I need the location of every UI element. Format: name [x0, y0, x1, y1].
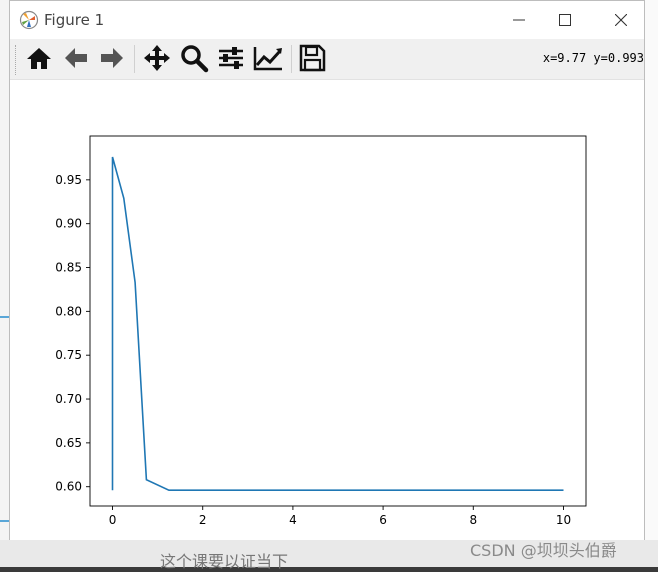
sliders-icon [219, 47, 243, 69]
back-button[interactable] [61, 43, 91, 73]
y-tick-label: 0.70 [55, 392, 82, 406]
figure-canvas[interactable]: 0 2 4 6 8 10 0.60 0.65 0.70 0.75 0.80 0.85 0.90 0.95 [10, 80, 644, 540]
y-tick-label: 0.95 [55, 173, 82, 187]
forward-button[interactable] [97, 43, 127, 73]
y-tick-label: 0.65 [55, 436, 82, 450]
title-bar: Figure 1 [10, 1, 644, 39]
x-tick-label: 10 [556, 513, 571, 527]
x-tick-label: 4 [289, 513, 297, 527]
x-tick-label: 2 [199, 513, 207, 527]
minimize-button[interactable] [496, 5, 542, 35]
matplotlib-logo-icon [19, 10, 39, 30]
configure-subplots-button[interactable] [216, 43, 246, 73]
series-line-0 [111, 156, 564, 492]
close-button[interactable] [598, 5, 644, 35]
x-tick-label: 0 [109, 513, 117, 527]
arrow-left-icon [65, 48, 87, 68]
background-right-strip [645, 0, 658, 567]
window-title: Figure 1 [44, 11, 105, 29]
toolbar-grip [15, 45, 18, 75]
home-icon [27, 48, 51, 69]
home-button[interactable] [24, 43, 54, 73]
axes-frame [89, 135, 587, 507]
magnifier-icon [181, 45, 209, 73]
y-tick-label: 0.90 [55, 217, 82, 231]
maximize-icon [559, 14, 571, 26]
toolbar-separator [134, 45, 135, 73]
save-button[interactable] [297, 43, 327, 73]
figure-window: Figure 1 x=9.77 y=0.993 0 2 4 6 8 10 0.6… [9, 0, 645, 540]
x-tick-label: 8 [469, 513, 477, 527]
edit-axes-button[interactable] [252, 43, 282, 73]
y-tick-label: 0.60 [55, 480, 82, 494]
navigation-toolbar: x=9.77 y=0.993 [10, 39, 644, 80]
maximize-button[interactable] [542, 5, 588, 35]
move-icon [144, 45, 170, 71]
line-chart[interactable]: 0 2 4 6 8 10 0.60 0.65 0.70 0.75 0.80 0.85 0.90 0.95 [10, 80, 644, 540]
watermark-text: CSDN @坝坝头伯爵 [470, 541, 617, 560]
floppy-disk-icon [299, 44, 326, 72]
cursor-coordinates: x=9.77 y=0.993 [542, 51, 644, 65]
close-icon [615, 14, 627, 26]
minimize-icon [513, 19, 525, 21]
arrow-right-icon [101, 48, 123, 68]
zoom-button[interactable] [179, 43, 209, 73]
background-bottom-text: 这个课要以证当下 [160, 552, 289, 571]
y-tick-label: 0.75 [55, 348, 82, 362]
x-tick-label: 6 [379, 513, 387, 527]
toolbar-separator [291, 45, 292, 73]
line-chart-icon [253, 47, 282, 71]
y-tick-label: 0.85 [55, 261, 82, 275]
y-tick-label: 0.80 [55, 304, 82, 318]
pan-button[interactable] [142, 43, 172, 73]
